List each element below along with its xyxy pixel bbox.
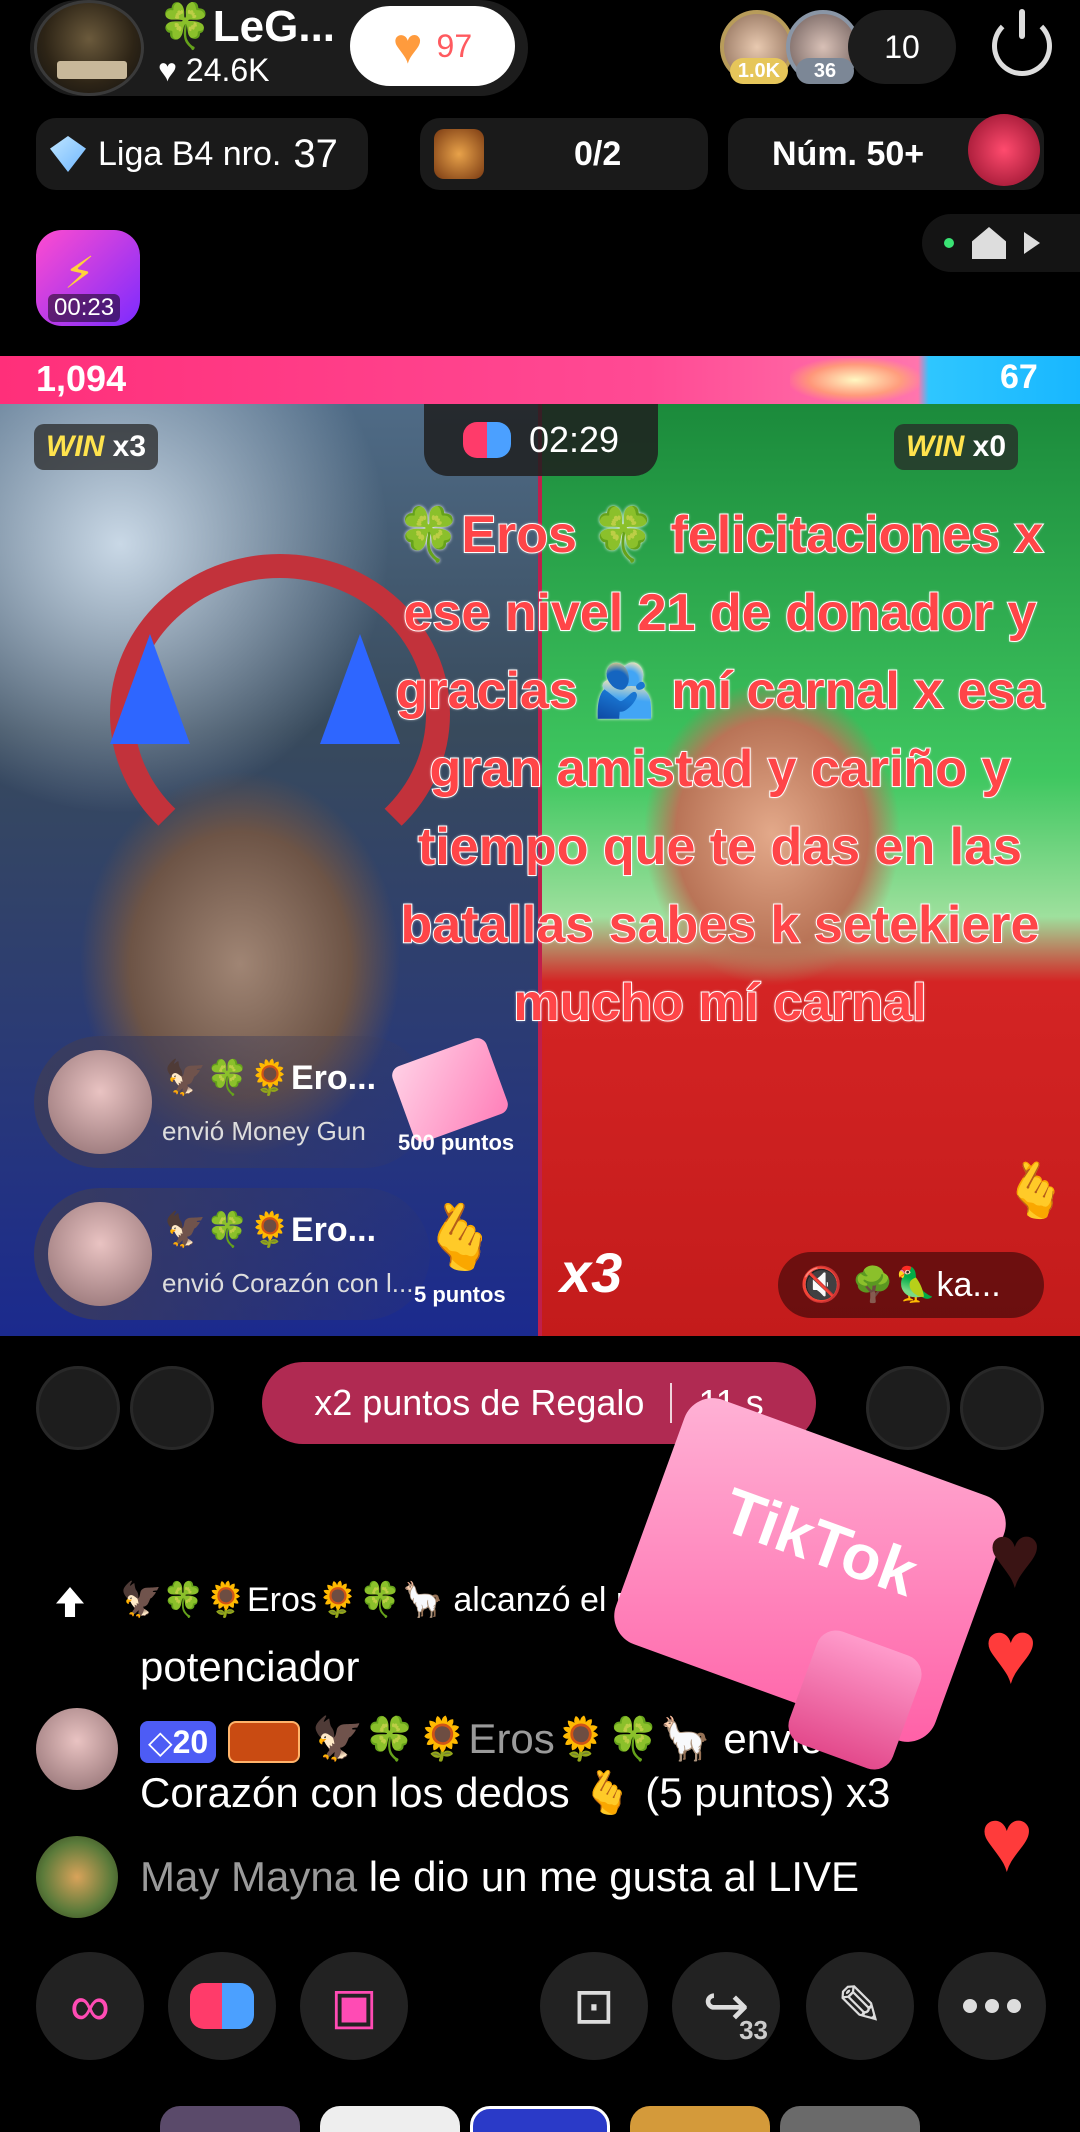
boost-separator bbox=[670, 1383, 673, 1423]
game-icon: ⊡ bbox=[573, 1978, 615, 2034]
boxing-glove-icon bbox=[190, 1983, 254, 2029]
win-tag-right: WIN x0 bbox=[894, 424, 1019, 470]
score-spark bbox=[790, 358, 920, 402]
bottom-preview-strip bbox=[160, 2106, 920, 2132]
lightning-icon: ⚡ bbox=[64, 249, 95, 298]
supporter-avatar[interactable] bbox=[866, 1366, 950, 1450]
chat-text: Corazón con los dedos 🫰 (5 puntos) x3 bbox=[140, 1769, 891, 1816]
host-avatar[interactable] bbox=[34, 0, 144, 96]
muted-user-pill[interactable]: 🔇 🌳🦜ka... bbox=[778, 1252, 1044, 1318]
viewer-badge: 36 bbox=[796, 58, 854, 84]
play-icon[interactable] bbox=[1024, 232, 1040, 254]
overlay-message: 🍀Eros 🍀 felicitaciones x ese nivel 21 de… bbox=[395, 505, 1046, 1033]
gift-points: 5 puntos bbox=[414, 1282, 506, 1307]
chat-message-like: May Mayna le dio un me gusta al LIVE bbox=[140, 1850, 859, 1904]
treasure-icon bbox=[434, 129, 484, 179]
gift-sender-name: 🦅🍀🌻Ero... bbox=[164, 1059, 377, 1097]
host-name[interactable]: 🍀LeG... bbox=[158, 0, 335, 52]
viewer-badge: 1.0K bbox=[730, 58, 788, 84]
battle-timer: 02:29 bbox=[424, 404, 658, 476]
gift-notification[interactable]: 🦅🍀🌻Ero... envió Money Gun bbox=[34, 1036, 430, 1168]
gift-sender-name: 🦅🍀🌻Ero... bbox=[164, 1211, 377, 1249]
more-features-button[interactable]: ▣ bbox=[300, 1952, 408, 2060]
battle-button[interactable] bbox=[168, 1952, 276, 2060]
league-label: Liga B4 nro. bbox=[98, 134, 282, 173]
finger-heart-icon: 🫰 bbox=[420, 1201, 500, 1273]
gift-notification[interactable]: 🦅🍀🌻Ero... envió Corazón con l... bbox=[34, 1188, 430, 1320]
arrow-up-icon bbox=[56, 1587, 84, 1618]
gift-sender-avatar bbox=[48, 1202, 152, 1306]
effects-button[interactable]: ✎ bbox=[806, 1952, 914, 2060]
supporter-avatar[interactable] bbox=[960, 1366, 1044, 1450]
rank-pill[interactable]: Núm. 50+ bbox=[728, 114, 1044, 190]
chat-text: le dio un me gusta al LIVE bbox=[368, 1853, 860, 1900]
gift-message: envió Corazón con l... bbox=[162, 1268, 414, 1298]
mascot-icon bbox=[968, 114, 1040, 186]
follow-button[interactable]: ♥ 97 bbox=[350, 6, 515, 86]
follow-count: 97 bbox=[436, 27, 473, 64]
side-controls[interactable] bbox=[922, 214, 1080, 272]
win-tag-left: WIN x3 bbox=[34, 424, 159, 470]
rank-label: Núm. 50+ bbox=[772, 134, 925, 173]
boxing-glove-icon bbox=[462, 422, 511, 458]
boost-label: x2 puntos de Regalo bbox=[314, 1382, 645, 1423]
league-number: 37 bbox=[293, 131, 338, 176]
comment-button[interactable]: ⊡ bbox=[540, 1952, 648, 2060]
gift-points: 500 puntos bbox=[398, 1130, 515, 1155]
supporter-avatar[interactable] bbox=[36, 1366, 120, 1450]
floating-heart-icon: ♥ bbox=[984, 1603, 1038, 1703]
supporter-avatar[interactable] bbox=[130, 1366, 214, 1450]
live-dot-icon bbox=[944, 238, 954, 248]
host-likes: ♥ 24.6K bbox=[158, 52, 270, 88]
share-count: 33 bbox=[739, 2015, 768, 2045]
combo-count: x3 bbox=[560, 1241, 623, 1304]
chat-avatar[interactable] bbox=[36, 1708, 118, 1790]
score-right: 67 bbox=[1000, 358, 1038, 396]
share-button[interactable]: ↪ 33 bbox=[672, 1952, 780, 2060]
chat-username[interactable]: May Mayna bbox=[140, 1853, 357, 1900]
level-up-notice: 🦅🍀🌻Eros🌻🍀🦙 alcanzó el nivel bbox=[56, 1580, 686, 1620]
heart-icon: ♥ bbox=[392, 18, 423, 74]
chat-username[interactable]: 🦅🍀🌻Eros🌻🍀🦙 bbox=[312, 1715, 712, 1762]
fan-badge-icon bbox=[227, 1720, 300, 1763]
home-icon[interactable] bbox=[972, 227, 1006, 259]
grid-icon: ▣ bbox=[330, 1978, 378, 2034]
battle-timer-text: 02:29 bbox=[528, 419, 620, 460]
chat-avatar[interactable] bbox=[36, 1836, 118, 1918]
floating-heart-icon: ♥ bbox=[980, 1791, 1034, 1891]
link-button[interactable]: ∞ bbox=[36, 1952, 144, 2060]
diamond-icon bbox=[50, 136, 86, 172]
gift-sender-avatar bbox=[48, 1050, 152, 1154]
gift-message: envió Money Gun bbox=[162, 1116, 366, 1146]
viewer-count[interactable]: 10 bbox=[848, 10, 956, 84]
level-badge: ◇20 bbox=[140, 1720, 217, 1763]
link-icon: ∞ bbox=[70, 1974, 110, 2037]
top-viewer-avatar-1[interactable]: 1.0K bbox=[720, 10, 794, 84]
battle-progress-pill[interactable]: 0/2 bbox=[420, 118, 708, 190]
floating-heart-icon: ♥ bbox=[988, 1507, 1042, 1607]
magic-wand-icon: ✎ bbox=[836, 1974, 884, 2037]
score-left: 1,094 bbox=[36, 358, 127, 399]
league-pill[interactable]: Liga B4 nro. 37 bbox=[36, 118, 368, 190]
battle-progress: 0/2 bbox=[574, 134, 622, 173]
more-button[interactable] bbox=[938, 1952, 1046, 2060]
more-icon bbox=[963, 1999, 1021, 2013]
chat-line-boost: potenciador bbox=[140, 1643, 360, 1690]
power-icon[interactable] bbox=[992, 9, 1052, 76]
reward-timer: 00:23 bbox=[48, 294, 121, 322]
finger-heart-icon: 🫰 bbox=[1002, 1161, 1070, 1221]
